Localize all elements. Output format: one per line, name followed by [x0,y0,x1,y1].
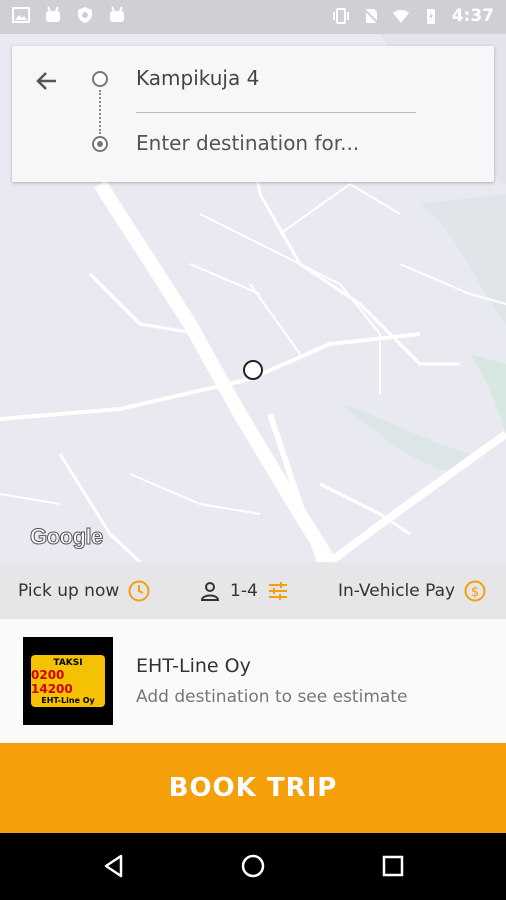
pickup-time-label: Pick up now [18,581,120,601]
shield-icon [78,7,92,23]
battery-charging-icon [426,9,435,24]
trip-options-bar: Pick up now 1-4 In-Vehicle Pay $ [0,563,506,619]
clock: 4:37 [451,6,494,26]
payment-option[interactable]: In-Vehicle Pay $ [338,579,487,603]
payment-label: In-Vehicle Pay [338,581,456,601]
provider-name: EHT-Line Oy [136,655,251,677]
recents-nav-icon[interactable] [380,853,406,879]
route-connector [99,90,101,134]
provider-row[interactable]: TAKSI 0200 14200 EHT-Line Oy EHT-Line Oy… [0,619,506,743]
status-bar: 4:37 [0,0,506,34]
dollar-coin-icon: $ [464,580,486,602]
estimate-text: Add destination to see estimate [136,687,408,707]
home-nav-icon[interactable] [240,853,266,879]
logo-line-1: TAKSI [53,657,83,668]
pickup-location-pin-icon [243,360,263,380]
wifi-icon [392,10,409,23]
no-sim-icon [362,8,379,24]
navigation-bar [0,833,506,900]
person-icon [200,582,220,601]
provider-logo: TAKSI 0200 14200 EHT-Line Oy [23,637,113,725]
google-logo: Google [30,524,104,550]
destination-input[interactable] [136,131,456,155]
destination-marker-icon [92,136,108,152]
taxi-sign: TAKSI 0200 14200 EHT-Line Oy [31,655,105,707]
route-search-card: Kampikuja 4 [12,46,494,182]
pickup-marker-icon [92,71,108,87]
clock-icon [128,580,150,602]
back-arrow-icon[interactable] [34,68,60,94]
passengers-label: 1-4 [230,581,258,601]
system-icons: 4:37 [332,6,494,26]
book-trip-button[interactable]: BOOK TRIP [0,743,506,833]
logo-line-3: EHT-Line Oy [41,695,95,705]
svg-text:$: $ [471,585,479,600]
pickup-time-option[interactable]: Pick up now [18,579,151,603]
back-nav-icon[interactable] [101,853,127,879]
divider [136,112,416,113]
android-icon [110,6,124,22]
logo-line-2: 0200 14200 [31,667,73,696]
pickup-address[interactable]: Kampikuja 4 [136,66,259,90]
vibrate-icon [332,8,349,24]
image-icon [12,7,30,23]
passengers-option[interactable]: 1-4 [198,579,290,603]
android-icon [46,6,60,22]
notification-icons [12,6,126,24]
sliders-icon [268,582,287,600]
